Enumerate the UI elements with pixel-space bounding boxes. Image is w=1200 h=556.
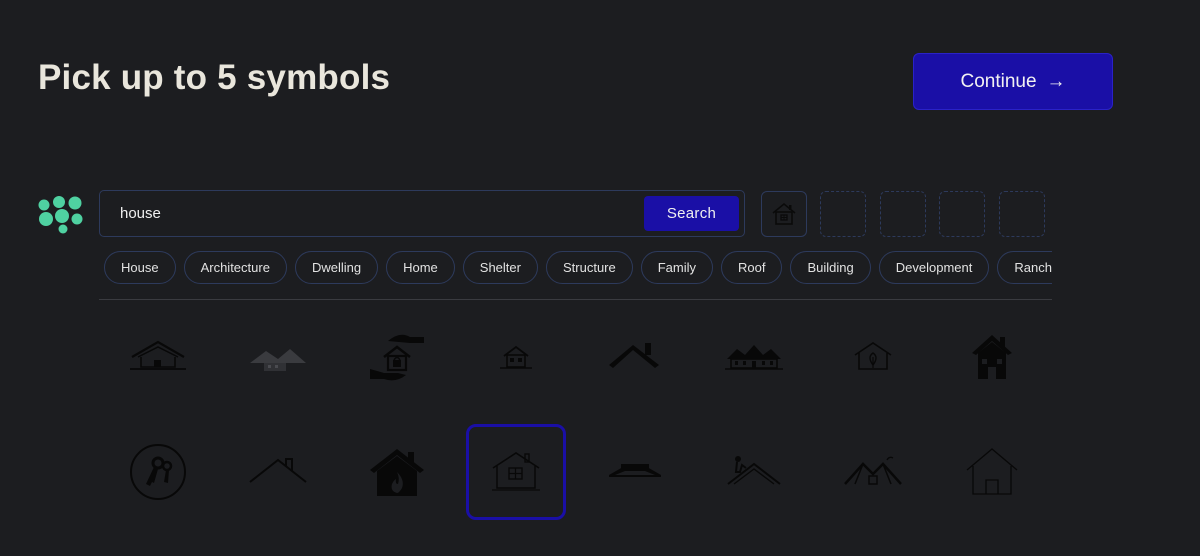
result-key-circle[interactable] (108, 424, 208, 520)
tag-chip[interactable]: Home (386, 251, 455, 284)
selected-slot-5[interactable] (999, 191, 1045, 237)
house-window-icon (772, 202, 796, 225)
result-faded-roofs[interactable] (228, 309, 328, 405)
result-roof-worker[interactable] (704, 424, 804, 520)
house-thin-outline-icon (966, 448, 1018, 495)
house-flame-icon (370, 449, 424, 496)
result-house-flame[interactable] (347, 424, 447, 520)
roof-peaks-icon (844, 456, 902, 485)
result-house-window[interactable] (466, 424, 566, 520)
search-box: Search (99, 190, 745, 237)
faded-roofs-icon (250, 349, 306, 371)
page-title: Pick up to 5 symbols (38, 58, 391, 97)
result-row-houses[interactable] (704, 309, 804, 405)
search-button[interactable]: Search (644, 196, 739, 231)
result-house-roof-outline[interactable] (108, 309, 208, 405)
result-house-solid[interactable] (942, 309, 1042, 405)
roof-worker-icon (727, 456, 781, 485)
tag-chip[interactable]: Structure (545, 251, 633, 284)
house-leaf-icon (854, 342, 892, 370)
tag-chip[interactable]: Building (790, 251, 871, 284)
result-house-leaf[interactable] (823, 309, 923, 405)
selected-slot-3[interactable] (880, 191, 926, 237)
key-circle-icon (130, 444, 186, 500)
tag-chip[interactable]: Architecture (183, 251, 287, 284)
selected-slot-2[interactable] (820, 191, 866, 237)
tag-list: House Architecture Dwelling Home Shelter Stru… (104, 251, 1052, 286)
tag-chip[interactable]: Ranch (997, 251, 1052, 284)
tag-chip[interactable]: Shelter (462, 251, 538, 284)
tag-chip[interactable]: Development (878, 251, 990, 284)
tag-chip[interactable]: Roof (721, 251, 783, 284)
result-roof-chimney[interactable] (585, 309, 685, 405)
roof-chimney-icon (609, 343, 659, 368)
house-window-icon (492, 452, 540, 491)
tag-chip[interactable]: House (104, 251, 176, 284)
house-roof-outline-icon (130, 340, 186, 370)
search-input[interactable] (112, 197, 648, 230)
result-roof-peaks[interactable] (823, 424, 923, 520)
small-house-icon (500, 345, 532, 369)
selected-slot-1[interactable] (761, 191, 807, 237)
continue-button[interactable]: Continue → (913, 53, 1113, 110)
flat-roof-icon (609, 464, 661, 477)
tag-chip[interactable]: Family (640, 251, 714, 284)
selected-slot-4[interactable] (939, 191, 985, 237)
row-houses-icon (725, 345, 783, 370)
logo-icon (38, 196, 83, 234)
result-hands-house-lock[interactable] (347, 309, 447, 405)
divider (99, 299, 1052, 300)
arrow-right-icon: → (1046, 70, 1066, 92)
result-roof-outline[interactable] (228, 424, 328, 520)
result-house-thin-outline[interactable] (942, 424, 1042, 520)
roof-outline-icon (249, 458, 307, 483)
tag-chip[interactable]: Dwelling (294, 251, 379, 284)
continue-label: Continue (960, 70, 1037, 92)
house-solid-icon (972, 335, 1012, 379)
result-flat-roof[interactable] (585, 424, 685, 520)
result-small-house[interactable] (466, 309, 566, 405)
hands-house-lock-icon (370, 334, 424, 381)
